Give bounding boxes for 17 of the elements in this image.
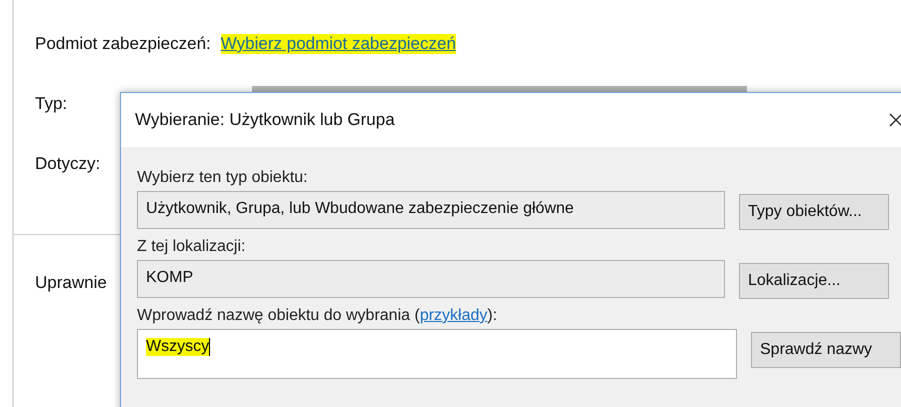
group-label: Uprawnie [35, 273, 107, 292]
dialog-button[interactable]: Lokalizacje... [739, 263, 889, 299]
examples-link[interactable]: przykłady [420, 307, 488, 324]
field-label: Typ: [35, 94, 68, 114]
dialog-button[interactable]: Sprawdź nazwy [751, 332, 901, 368]
field-label: Dotyczy: [35, 154, 100, 174]
field-label: Wprowadź nazwę obiektu do wybrania (przykłady): [137, 307, 498, 325]
dialog-button[interactable]: Typy obiektów... [739, 194, 889, 230]
select-principal-link[interactable]: Wybierz podmiot zabezpieczeń [220, 34, 456, 54]
readonly-field: Użytkownik, Grupa, lub Wbudowane zabezpieczenie główne [137, 191, 725, 229]
close-icon[interactable] [889, 113, 901, 127]
field-label: Podmiot zabezpieczeń: [35, 34, 211, 54]
field-label: Z tej lokalizacji: [137, 238, 246, 256]
window-title: Wybieranie: Użytkownik lub Grupa [135, 110, 395, 130]
field-label: Wybierz ten typ obiektu: [137, 169, 309, 187]
object-name-input[interactable]: Wszyscy [137, 329, 737, 379]
readonly-field: KOMP [137, 260, 725, 298]
